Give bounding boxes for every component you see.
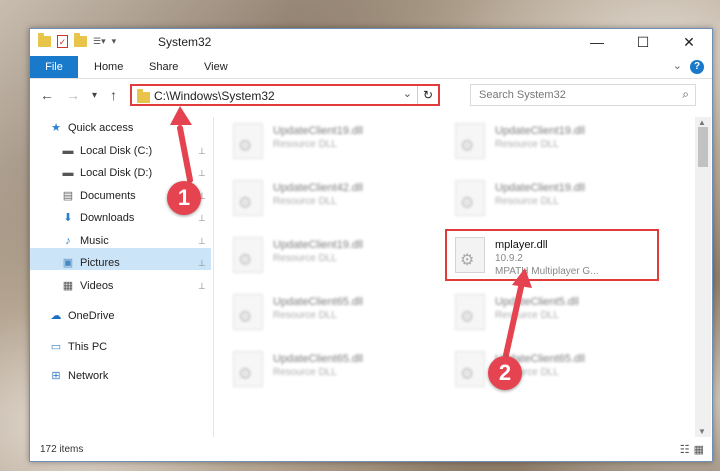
step-1-badge: 1 — [167, 181, 201, 215]
step-2-badge: 2 — [488, 356, 522, 390]
annotation-arrows — [170, 106, 532, 358]
arrow-2-shaft — [503, 284, 524, 358]
arrow-1-head — [170, 106, 192, 125]
arrow-2-head — [512, 268, 532, 288]
arrow-1-shaft — [177, 125, 193, 183]
